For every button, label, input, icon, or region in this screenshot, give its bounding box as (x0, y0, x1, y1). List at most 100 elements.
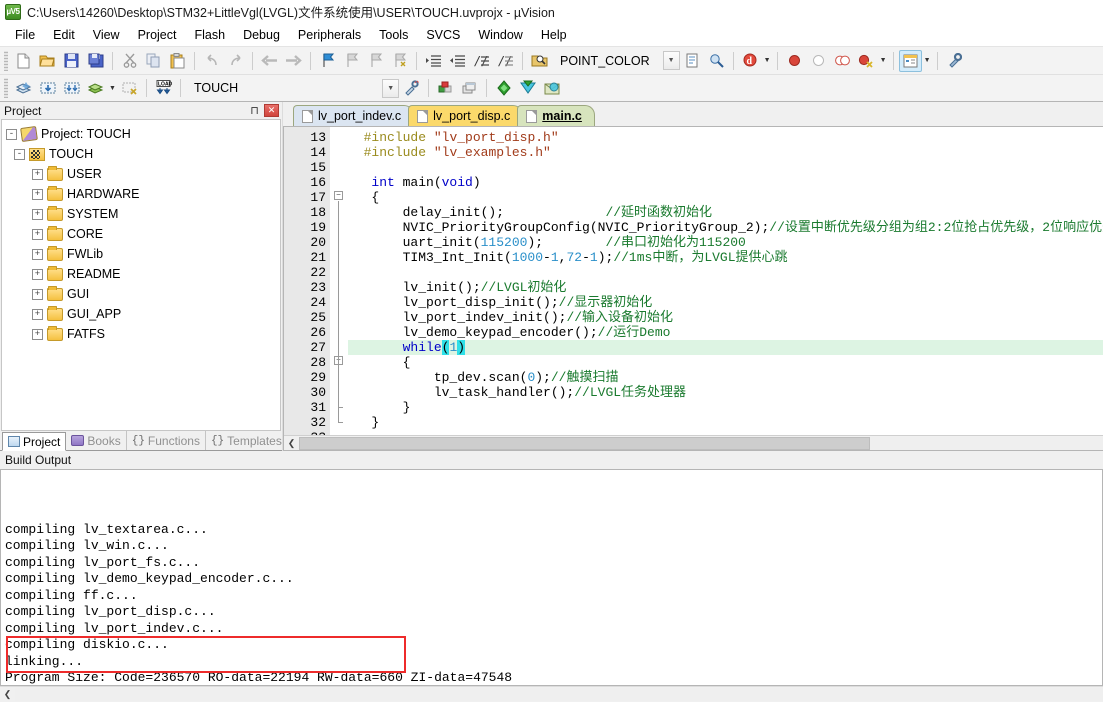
expander-icon[interactable]: + (32, 269, 43, 280)
code-line[interactable] (348, 265, 1103, 280)
scrollbar-track[interactable] (15, 688, 1103, 701)
tree-item-fatfs[interactable]: + FATFS (32, 324, 280, 344)
breakpoint-disable-icon[interactable] (807, 50, 830, 72)
download-icon[interactable]: LOAD (152, 77, 175, 99)
manage-windows-icon[interactable] (899, 50, 922, 72)
undo-icon[interactable] (200, 50, 223, 72)
save-icon[interactable] (60, 50, 83, 72)
scrollbar-track[interactable] (299, 437, 1103, 450)
stop-build-icon[interactable] (118, 77, 141, 99)
redo-icon[interactable] (224, 50, 247, 72)
debug-icon[interactable]: d (739, 50, 762, 72)
uncomment-icon[interactable]: // (494, 50, 517, 72)
components-icon[interactable] (492, 77, 515, 99)
indent-icon[interactable] (422, 50, 445, 72)
pack-installer-icon[interactable] (516, 77, 539, 99)
tree-item-gui[interactable]: + GUI (32, 284, 280, 304)
toolbar-grip[interactable] (4, 51, 8, 71)
project-tree[interactable]: - Project: TOUCH - TOUCH + USER + (1, 119, 281, 431)
find-field[interactable]: POINT_COLOR (552, 54, 658, 68)
close-icon[interactable]: ✕ (264, 104, 279, 117)
code-line[interactable]: uart_init(115200); //串口初始化为115200 (348, 235, 1103, 250)
code-line[interactable]: NVIC_PriorityGroupConfig(NVIC_PriorityGr… (348, 220, 1103, 235)
outdent-icon[interactable] (446, 50, 469, 72)
expander-icon[interactable]: + (32, 189, 43, 200)
tree-item-core[interactable]: + CORE (32, 224, 280, 244)
menu-svcs[interactable]: SVCS (417, 26, 469, 44)
code-viewport[interactable]: 1314151617181920212223242526272829303132… (284, 127, 1103, 435)
bookmark-toggle-icon[interactable] (316, 50, 339, 72)
menu-help[interactable]: Help (532, 26, 576, 44)
menu-file[interactable]: File (6, 26, 44, 44)
code-line[interactable] (348, 430, 1103, 435)
code-line[interactable]: } (348, 400, 1103, 415)
breakpoint-disable-all-icon[interactable] (831, 50, 854, 72)
pin-icon[interactable]: ⊓ (248, 104, 261, 117)
code-line[interactable]: while(1) (348, 340, 1103, 355)
target-dropdown-arrow[interactable]: ▼ (382, 79, 399, 98)
batch-build-dropdown-arrow[interactable]: ▼ (108, 77, 117, 99)
build-horizontal-scrollbar[interactable]: ❮ (0, 686, 1103, 702)
expander-icon[interactable]: + (32, 329, 43, 340)
code-line[interactable]: #include "lv_examples.h" (348, 145, 1103, 160)
code-text[interactable]: #include "lv_port_disp.h" #include "lv_e… (348, 127, 1103, 435)
batch-build-icon[interactable] (84, 77, 107, 99)
debug-dropdown-arrow[interactable]: ▼ (763, 50, 772, 72)
target-combo-field[interactable] (247, 78, 377, 98)
code-line[interactable]: lv_init();//LVGL初始化 (348, 280, 1103, 295)
expander-icon[interactable]: + (32, 289, 43, 300)
code-line[interactable]: #include "lv_port_disp.h" (348, 130, 1103, 145)
code-line[interactable]: TIM3_Int_Init(1000-1,72-1);//1ms中断，为LVGL… (348, 250, 1103, 265)
menu-view[interactable]: View (84, 26, 129, 44)
configuration-wizard-icon[interactable] (943, 50, 966, 72)
open-file-icon[interactable] (36, 50, 59, 72)
tree-item-fwlib[interactable]: + FWLib (32, 244, 280, 264)
fold-toggle-icon[interactable]: − (334, 191, 343, 200)
cut-icon[interactable] (118, 50, 141, 72)
editor-tab-lv-port-disp[interactable]: lv_port_disp.c (408, 105, 523, 126)
find-references-icon[interactable] (705, 50, 728, 72)
copy-icon[interactable] (142, 50, 165, 72)
menu-project[interactable]: Project (129, 26, 186, 44)
tree-item-system[interactable]: + SYSTEM (32, 204, 280, 224)
translate-icon[interactable] (12, 77, 35, 99)
tree-item-user[interactable]: + USER (32, 164, 280, 184)
code-line[interactable]: delay_init(); //延时函数初始化 (348, 205, 1103, 220)
code-line[interactable]: { (348, 190, 1103, 205)
tab-functions[interactable]: {} Functions (127, 431, 206, 450)
scrollbar-thumb[interactable] (299, 437, 870, 450)
tab-templates[interactable]: {} Templates (206, 431, 288, 450)
build-icon[interactable] (36, 77, 59, 99)
build-output-text[interactable]: compiling lv_textarea.c...compiling lv_w… (0, 469, 1103, 686)
find-in-files-icon[interactable] (528, 50, 551, 72)
menu-peripherals[interactable]: Peripherals (289, 26, 370, 44)
menu-window[interactable]: Window (469, 26, 531, 44)
expander-icon[interactable]: + (32, 309, 43, 320)
breakpoint-dropdown-arrow[interactable]: ▼ (879, 50, 888, 72)
code-line[interactable]: } (348, 415, 1103, 430)
breakpoint-kill-all-icon[interactable] (855, 50, 878, 72)
expander-icon[interactable]: + (32, 229, 43, 240)
menu-edit[interactable]: Edit (44, 26, 84, 44)
editor-tab-lv-port-indev[interactable]: lv_port_indev.c (293, 105, 414, 126)
code-line[interactable] (348, 160, 1103, 175)
tree-item-project[interactable]: - Project: TOUCH (6, 124, 280, 144)
paste-icon[interactable] (166, 50, 189, 72)
code-line[interactable]: lv_demo_keypad_encoder();//运行Demo (348, 325, 1103, 340)
tab-project[interactable]: Project (2, 432, 66, 451)
tree-item-gui-app[interactable]: + GUI_APP (32, 304, 280, 324)
tree-item-readme[interactable]: + README (32, 264, 280, 284)
save-all-icon[interactable] (84, 50, 107, 72)
expander-icon[interactable]: - (6, 129, 17, 140)
code-line[interactable]: lv_port_indev_init();//输入设备初始化 (348, 310, 1103, 325)
scroll-left-icon[interactable]: ❮ (0, 688, 15, 702)
new-file-icon[interactable] (12, 50, 35, 72)
comment-icon[interactable]: // (470, 50, 493, 72)
rebuild-icon[interactable] (60, 77, 83, 99)
menu-flash[interactable]: Flash (185, 26, 234, 44)
editor-horizontal-scrollbar[interactable]: ❮ (284, 435, 1103, 450)
expander-icon[interactable]: + (32, 169, 43, 180)
tab-books[interactable]: Books (66, 431, 126, 450)
tree-item-target[interactable]: - TOUCH (14, 144, 280, 164)
navigate-forward-icon[interactable] (282, 50, 305, 72)
